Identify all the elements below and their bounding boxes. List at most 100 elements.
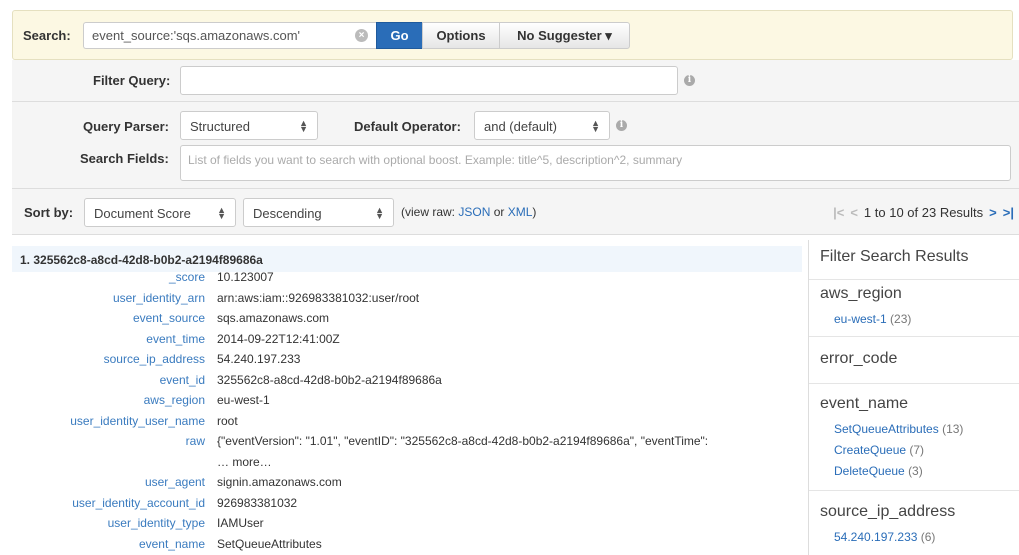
divider — [809, 336, 1019, 337]
field-value: 926983381032 — [217, 495, 298, 510]
field-row: event_time 2014-09-22T12:41:00Z — [12, 332, 802, 352]
more-link[interactable]: … more… — [217, 455, 272, 469]
search-input[interactable]: event_source:'sqs.amazonaws.com' — [83, 22, 376, 49]
field-name: event_source — [132, 311, 205, 325]
field-name: user_identity_type — [107, 516, 205, 530]
query-parser-row: Query Parser: Structured ▲ ▼ Default Oper… — [12, 102, 1019, 189]
facet-heading-source-ip: source_ip_address — [820, 503, 956, 520]
sort-row: Sort by: Document Score ▲ ▼ Descending ▲ ▼… — [12, 189, 1019, 235]
facet-label[interactable]: DeleteQueue — [834, 464, 905, 478]
clear-icon[interactable]: × — [355, 29, 368, 42]
default-operator-value: and (default) — [484, 119, 557, 134]
field-name: event_time — [146, 331, 205, 346]
divider — [809, 383, 1019, 384]
field-value: {"eventVersion": "1.01", "eventID": "325… — [217, 434, 709, 448]
field-row: event_id 325562c8-a8cd-42d8-b0b2-a2194f89… — [12, 373, 802, 393]
last-page-icon[interactable]: >| — [1003, 205, 1014, 220]
select-arrows-icon: ▲ ▼ — [591, 118, 600, 134]
field-row: source_ip_address 54.240.197.233 — [12, 352, 802, 372]
field-row: user_agent signin.amazonaws.com — [12, 475, 802, 495]
field-name: event_name — [138, 536, 205, 551]
divider — [809, 279, 1019, 280]
default-operator-select[interactable]: and (default) ▲ ▼ — [474, 111, 610, 140]
field-row: raw {"eventVersion": "1.01", "eventID": "… — [12, 434, 802, 454]
select-arrows-icon: ▲ ▼ — [375, 205, 384, 221]
divider — [809, 490, 1019, 491]
field-name: _score — [168, 270, 205, 284]
sort-field-value: Document Score — [94, 206, 191, 221]
info-icon[interactable]: i — [616, 120, 627, 131]
facet-label[interactable]: SetQueueAttributes — [834, 422, 939, 436]
go-button[interactable]: Go — [376, 22, 423, 49]
filter-query-label: Filter Query: — [93, 73, 171, 88]
field-row: user_identity_type IAMUser — [12, 516, 802, 536]
field-value: signin.amazonaws.com — [217, 475, 342, 489]
field-row: user_identity_user_name root — [12, 414, 802, 434]
sort-field-select[interactable]: Document Score ▲ ▼ — [84, 198, 236, 227]
field-row: … more… — [12, 455, 802, 475]
field-row: event_source sqs.amazonaws.com — [12, 311, 802, 331]
field-name: user_identity_account_id — [72, 495, 205, 510]
prev-page-icon[interactable]: < — [850, 205, 858, 220]
field-value: sqs.amazonaws.com — [217, 311, 330, 325]
field-value: arn:aws:iam::926983381032:user/root — [217, 290, 420, 305]
view-raw-suffix: ) — [532, 205, 537, 219]
facet-count: (6) — [920, 530, 936, 544]
sort-order-select[interactable]: Descending ▲ ▼ — [243, 198, 394, 227]
facet-item[interactable]: SetQueueAttributes (13) — [834, 422, 963, 436]
first-page-icon[interactable]: |< — [833, 205, 844, 220]
options-button[interactable]: Options — [422, 22, 500, 49]
field-value: eu-west-1 — [217, 393, 270, 407]
xml-link[interactable]: XML — [508, 205, 533, 219]
select-arrows-icon: ▲ ▼ — [217, 205, 226, 221]
field-name: user_identity_user_name — [70, 413, 205, 428]
field-name: user_agent — [144, 475, 205, 489]
query-parser-label: Query Parser: — [83, 119, 169, 134]
facet-label[interactable]: CreateQueue — [834, 443, 906, 457]
facet-item[interactable]: DeleteQueue (3) — [834, 464, 923, 478]
facet-count: (23) — [890, 312, 912, 326]
search-bar: Search: event_source:'sqs.amazonaws.com'… — [12, 10, 1013, 60]
view-raw-or: or — [493, 205, 505, 219]
field-value: SetQueueAttributes — [217, 536, 322, 551]
filter-query-input[interactable] — [180, 66, 678, 95]
pager: |< < 1 to 10 of 23 Results > >| — [833, 205, 1014, 220]
field-value: 54.240.197.233 — [217, 352, 301, 366]
field-row: user_identity_arn arn:aws:iam::9269833810… — [12, 291, 802, 311]
facet-label[interactable]: eu-west-1 — [834, 312, 887, 326]
facet-item[interactable]: CreateQueue (7) — [834, 443, 924, 457]
view-raw-prefix: (view raw: — [401, 205, 456, 219]
result-header[interactable]: 1. 325562c8-a8cd-42d8-b0b2-a2194f89686a — [12, 246, 802, 272]
field-row: user_identity_account_id 926983381032 — [12, 496, 802, 516]
query-parser-select[interactable]: Structured ▲ ▼ — [180, 111, 318, 140]
info-icon[interactable]: i — [684, 75, 695, 86]
field-row: aws_region eu-west-1 — [12, 393, 802, 413]
next-page-icon[interactable]: > — [989, 205, 997, 220]
facet-count: (7) — [909, 443, 925, 457]
json-link[interactable]: JSON — [458, 205, 490, 219]
field-value: root — [217, 413, 238, 428]
view-raw-text: (view raw: JSON or XML) — [401, 205, 536, 219]
query-parser-value: Structured — [190, 119, 250, 134]
field-name: raw — [185, 434, 205, 448]
field-name: aws_region — [143, 393, 205, 407]
facet-heading-event-name: event_name — [820, 395, 909, 412]
field-row: _score 10.123007 — [12, 270, 802, 290]
field-name: event_id — [159, 372, 205, 387]
facet-item[interactable]: eu-west-1 (23) — [834, 312, 911, 326]
filter-sidebar: Filter Search Results aws_region eu-west… — [808, 240, 1019, 555]
search-label: Search: — [23, 28, 71, 43]
filter-query-row: Filter Query: i — [12, 60, 1019, 102]
search-fields-input[interactable]: List of fields you want to search with o… — [180, 145, 1011, 181]
suggester-dropdown[interactable]: No Suggester ▾ — [499, 22, 630, 49]
pager-text: 1 to 10 of 23 Results — [863, 205, 984, 220]
facet-item[interactable]: 54.240.197.233 (6) — [834, 530, 935, 544]
search-fields-label: Search Fields: — [80, 151, 169, 166]
field-name: user_identity_arn — [112, 290, 205, 305]
facet-count: (13) — [942, 422, 964, 436]
facet-label[interactable]: 54.240.197.233 — [834, 530, 917, 544]
sort-order-value: Descending — [253, 206, 322, 221]
default-operator-label: Default Operator: — [354, 119, 461, 134]
field-value: IAMUser — [217, 516, 264, 530]
facet-heading-error-code: error_code — [820, 350, 898, 367]
